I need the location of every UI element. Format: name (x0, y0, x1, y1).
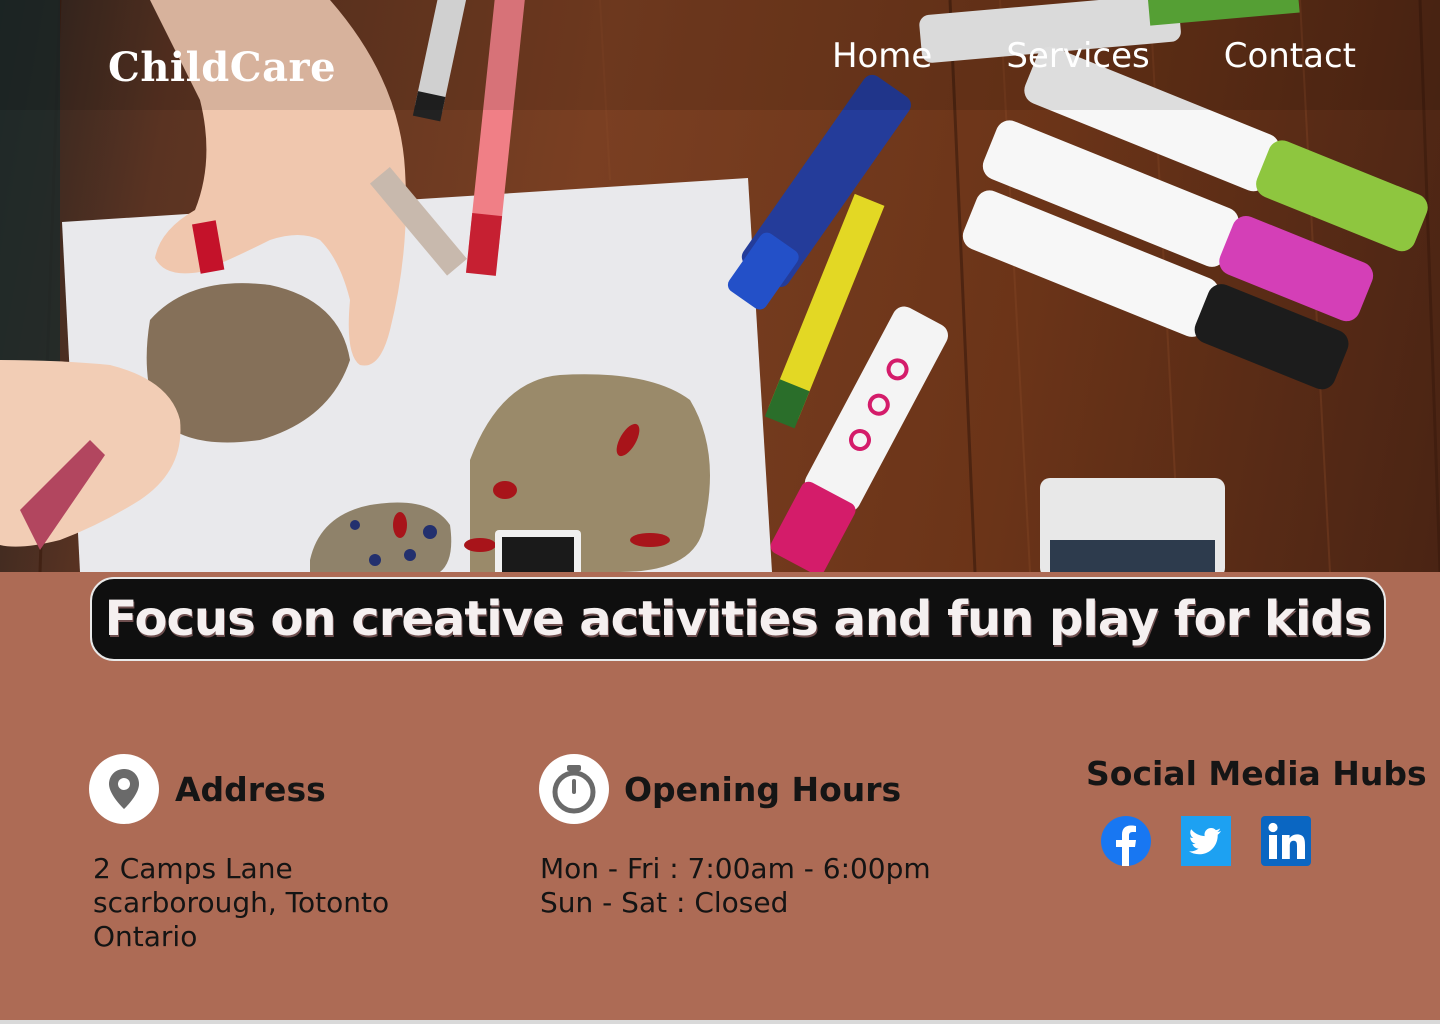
main-nav: Home Services Contact (832, 36, 1356, 76)
tagline-banner: Focus on creative activities and fun pla… (90, 577, 1386, 661)
address-title: Address (175, 770, 326, 809)
social-title: Social Media Hubs (1086, 754, 1427, 793)
location-pin-icon (89, 754, 159, 824)
twitter-icon[interactable] (1181, 816, 1231, 866)
hours-line-weekend: Sun - Sat : Closed (540, 886, 789, 919)
hours-line-weekdays: Mon - Fri : 7:00am - 6:00pm (540, 852, 931, 885)
stopwatch-icon (539, 754, 609, 824)
address-line-1: 2 Camps Lane (93, 852, 293, 885)
nav-link-services[interactable]: Services (1006, 36, 1149, 76)
nav-link-home[interactable]: Home (832, 36, 932, 76)
linkedin-icon[interactable] (1261, 816, 1311, 866)
nav-link-contact[interactable]: Contact (1224, 36, 1356, 76)
footer-divider (0, 1020, 1440, 1024)
hero-image: ChildCare Home Services Contact (0, 0, 1440, 572)
facebook-icon[interactable] (1101, 816, 1151, 866)
brand-logo[interactable]: ChildCare (108, 44, 336, 91)
tagline-text: Focus on creative activities and fun pla… (104, 591, 1373, 647)
address-line-2: scarborough, Totonto (93, 886, 390, 919)
address-line-3: Ontario (93, 920, 198, 953)
hours-title: Opening Hours (624, 770, 902, 809)
